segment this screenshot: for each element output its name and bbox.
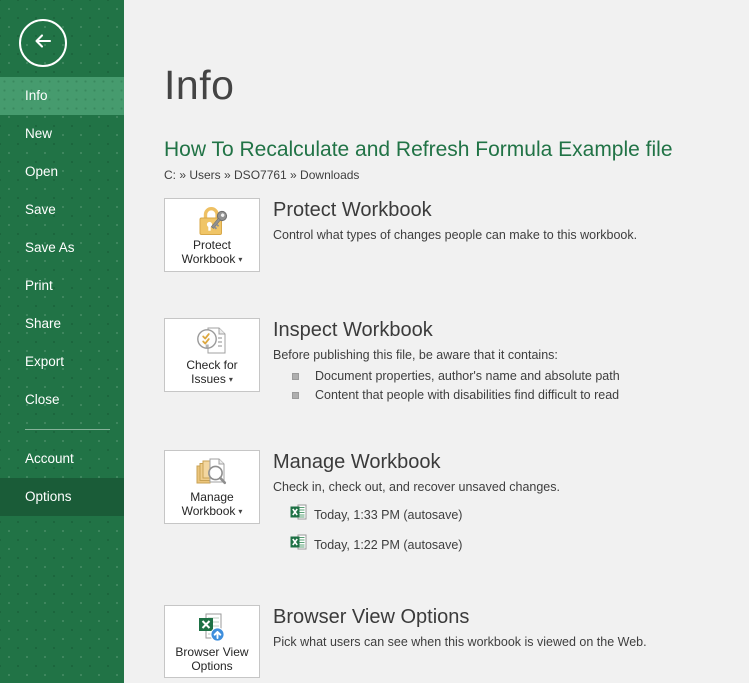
sidebar-item-close[interactable]: Close xyxy=(0,381,124,419)
square-bullet-icon xyxy=(292,392,299,399)
protect-workbook-description: Control what types of changes people can… xyxy=(273,227,637,243)
sidebar-item-print[interactable]: Print xyxy=(0,267,124,305)
backstage-view: Info New Open Save Save As Print Share E… xyxy=(0,0,749,683)
back-arrow-icon xyxy=(32,30,54,57)
manage-workbook-description: Check in, check out, and recover unsaved… xyxy=(273,479,560,495)
browser-view-options-heading: Browser View Options xyxy=(273,605,647,629)
bullet-text: Content that people with disabilities fi… xyxy=(315,388,619,402)
sidebar-item-save-as[interactable]: Save As xyxy=(0,229,124,267)
list-item: Content that people with disabilities fi… xyxy=(292,388,620,402)
inspect-workbook-description: Before publishing this file, be aware th… xyxy=(273,347,620,363)
list-item: Document properties, author's name and a… xyxy=(292,369,620,383)
browser-view-options-description: Pick what users can see when this workbo… xyxy=(273,634,647,650)
breadcrumb: C: » Users » DSO7761 » Downloads xyxy=(164,168,749,182)
inspect-workbook-heading: Inspect Workbook xyxy=(273,318,620,342)
backstage-sidebar: Info New Open Save Save As Print Share E… xyxy=(0,0,124,683)
back-button[interactable] xyxy=(19,19,67,67)
dropdown-caret-icon xyxy=(235,504,242,519)
autosave-version-list: Today, 1:33 PM (autosave) xyxy=(273,504,560,555)
autosave-version-item[interactable]: Today, 1:33 PM (autosave) xyxy=(290,504,560,525)
autosave-version-label: Today, 1:22 PM (autosave) xyxy=(314,538,462,552)
dropdown-caret-icon xyxy=(235,252,242,267)
check-for-issues-button[interactable]: Check for Issues xyxy=(164,318,260,392)
bullet-text: Document properties, author's name and a… xyxy=(315,369,620,383)
sidebar-divider xyxy=(25,429,110,430)
stacked-documents-magnifier-icon xyxy=(194,456,231,490)
section-manage-workbook: Manage Workbook Manage Workbook Check in… xyxy=(164,450,749,564)
sidebar-item-open[interactable]: Open xyxy=(0,153,124,191)
autosave-version-item[interactable]: Today, 1:22 PM (autosave) xyxy=(290,534,560,555)
autosave-version-label: Today, 1:33 PM (autosave) xyxy=(314,508,462,522)
dropdown-caret-icon xyxy=(226,372,233,387)
section-inspect-workbook: Check for Issues Inspect Workbook Before… xyxy=(164,318,749,402)
info-sections: Protect Workbook Protect Workbook Contro… xyxy=(164,198,749,678)
section-browser-view-options: Browser View Options Browser View Option… xyxy=(164,605,749,678)
manage-workbook-button-label: Manage Workbook xyxy=(182,490,243,519)
sidebar-nav: Info New Open Save Save As Print Share E… xyxy=(0,77,124,516)
section-protect-workbook: Protect Workbook Protect Workbook Contro… xyxy=(164,198,749,272)
sidebar-item-save[interactable]: Save xyxy=(0,191,124,229)
protect-workbook-text: Protect Workbook Control what types of c… xyxy=(273,198,637,243)
info-pane: Info How To Recalculate and Refresh Form… xyxy=(124,0,749,683)
inspect-document-icon xyxy=(195,324,230,358)
protect-workbook-button[interactable]: Protect Workbook xyxy=(164,198,260,272)
excel-file-icon xyxy=(290,534,307,555)
protect-workbook-heading: Protect Workbook xyxy=(273,198,637,222)
excel-web-upload-icon xyxy=(195,611,230,645)
manage-workbook-heading: Manage Workbook xyxy=(273,450,560,474)
lock-and-key-icon xyxy=(194,204,231,238)
browser-view-options-button[interactable]: Browser View Options xyxy=(164,605,260,678)
sidebar-item-info[interactable]: Info xyxy=(0,77,124,115)
browser-view-options-button-label: Browser View Options xyxy=(175,645,248,673)
manage-workbook-button[interactable]: Manage Workbook xyxy=(164,450,260,524)
browser-view-options-text: Browser View Options Pick what users can… xyxy=(273,605,647,650)
sidebar-item-export[interactable]: Export xyxy=(0,343,124,381)
sidebar-item-options[interactable]: Options xyxy=(0,478,124,516)
page-title: Info xyxy=(164,62,749,109)
sidebar-item-new[interactable]: New xyxy=(0,115,124,153)
inspect-workbook-text: Inspect Workbook Before publishing this … xyxy=(273,318,620,402)
square-bullet-icon xyxy=(292,373,299,380)
check-for-issues-button-label: Check for Issues xyxy=(186,358,237,387)
manage-workbook-text: Manage Workbook Check in, check out, and… xyxy=(273,450,560,564)
sidebar-item-account[interactable]: Account xyxy=(0,440,124,478)
file-title: How To Recalculate and Refresh Formula E… xyxy=(164,137,749,162)
inspect-findings-list: Document properties, author's name and a… xyxy=(273,369,620,402)
excel-file-icon xyxy=(290,504,307,525)
protect-workbook-button-label: Protect Workbook xyxy=(182,238,243,267)
sidebar-item-share[interactable]: Share xyxy=(0,305,124,343)
